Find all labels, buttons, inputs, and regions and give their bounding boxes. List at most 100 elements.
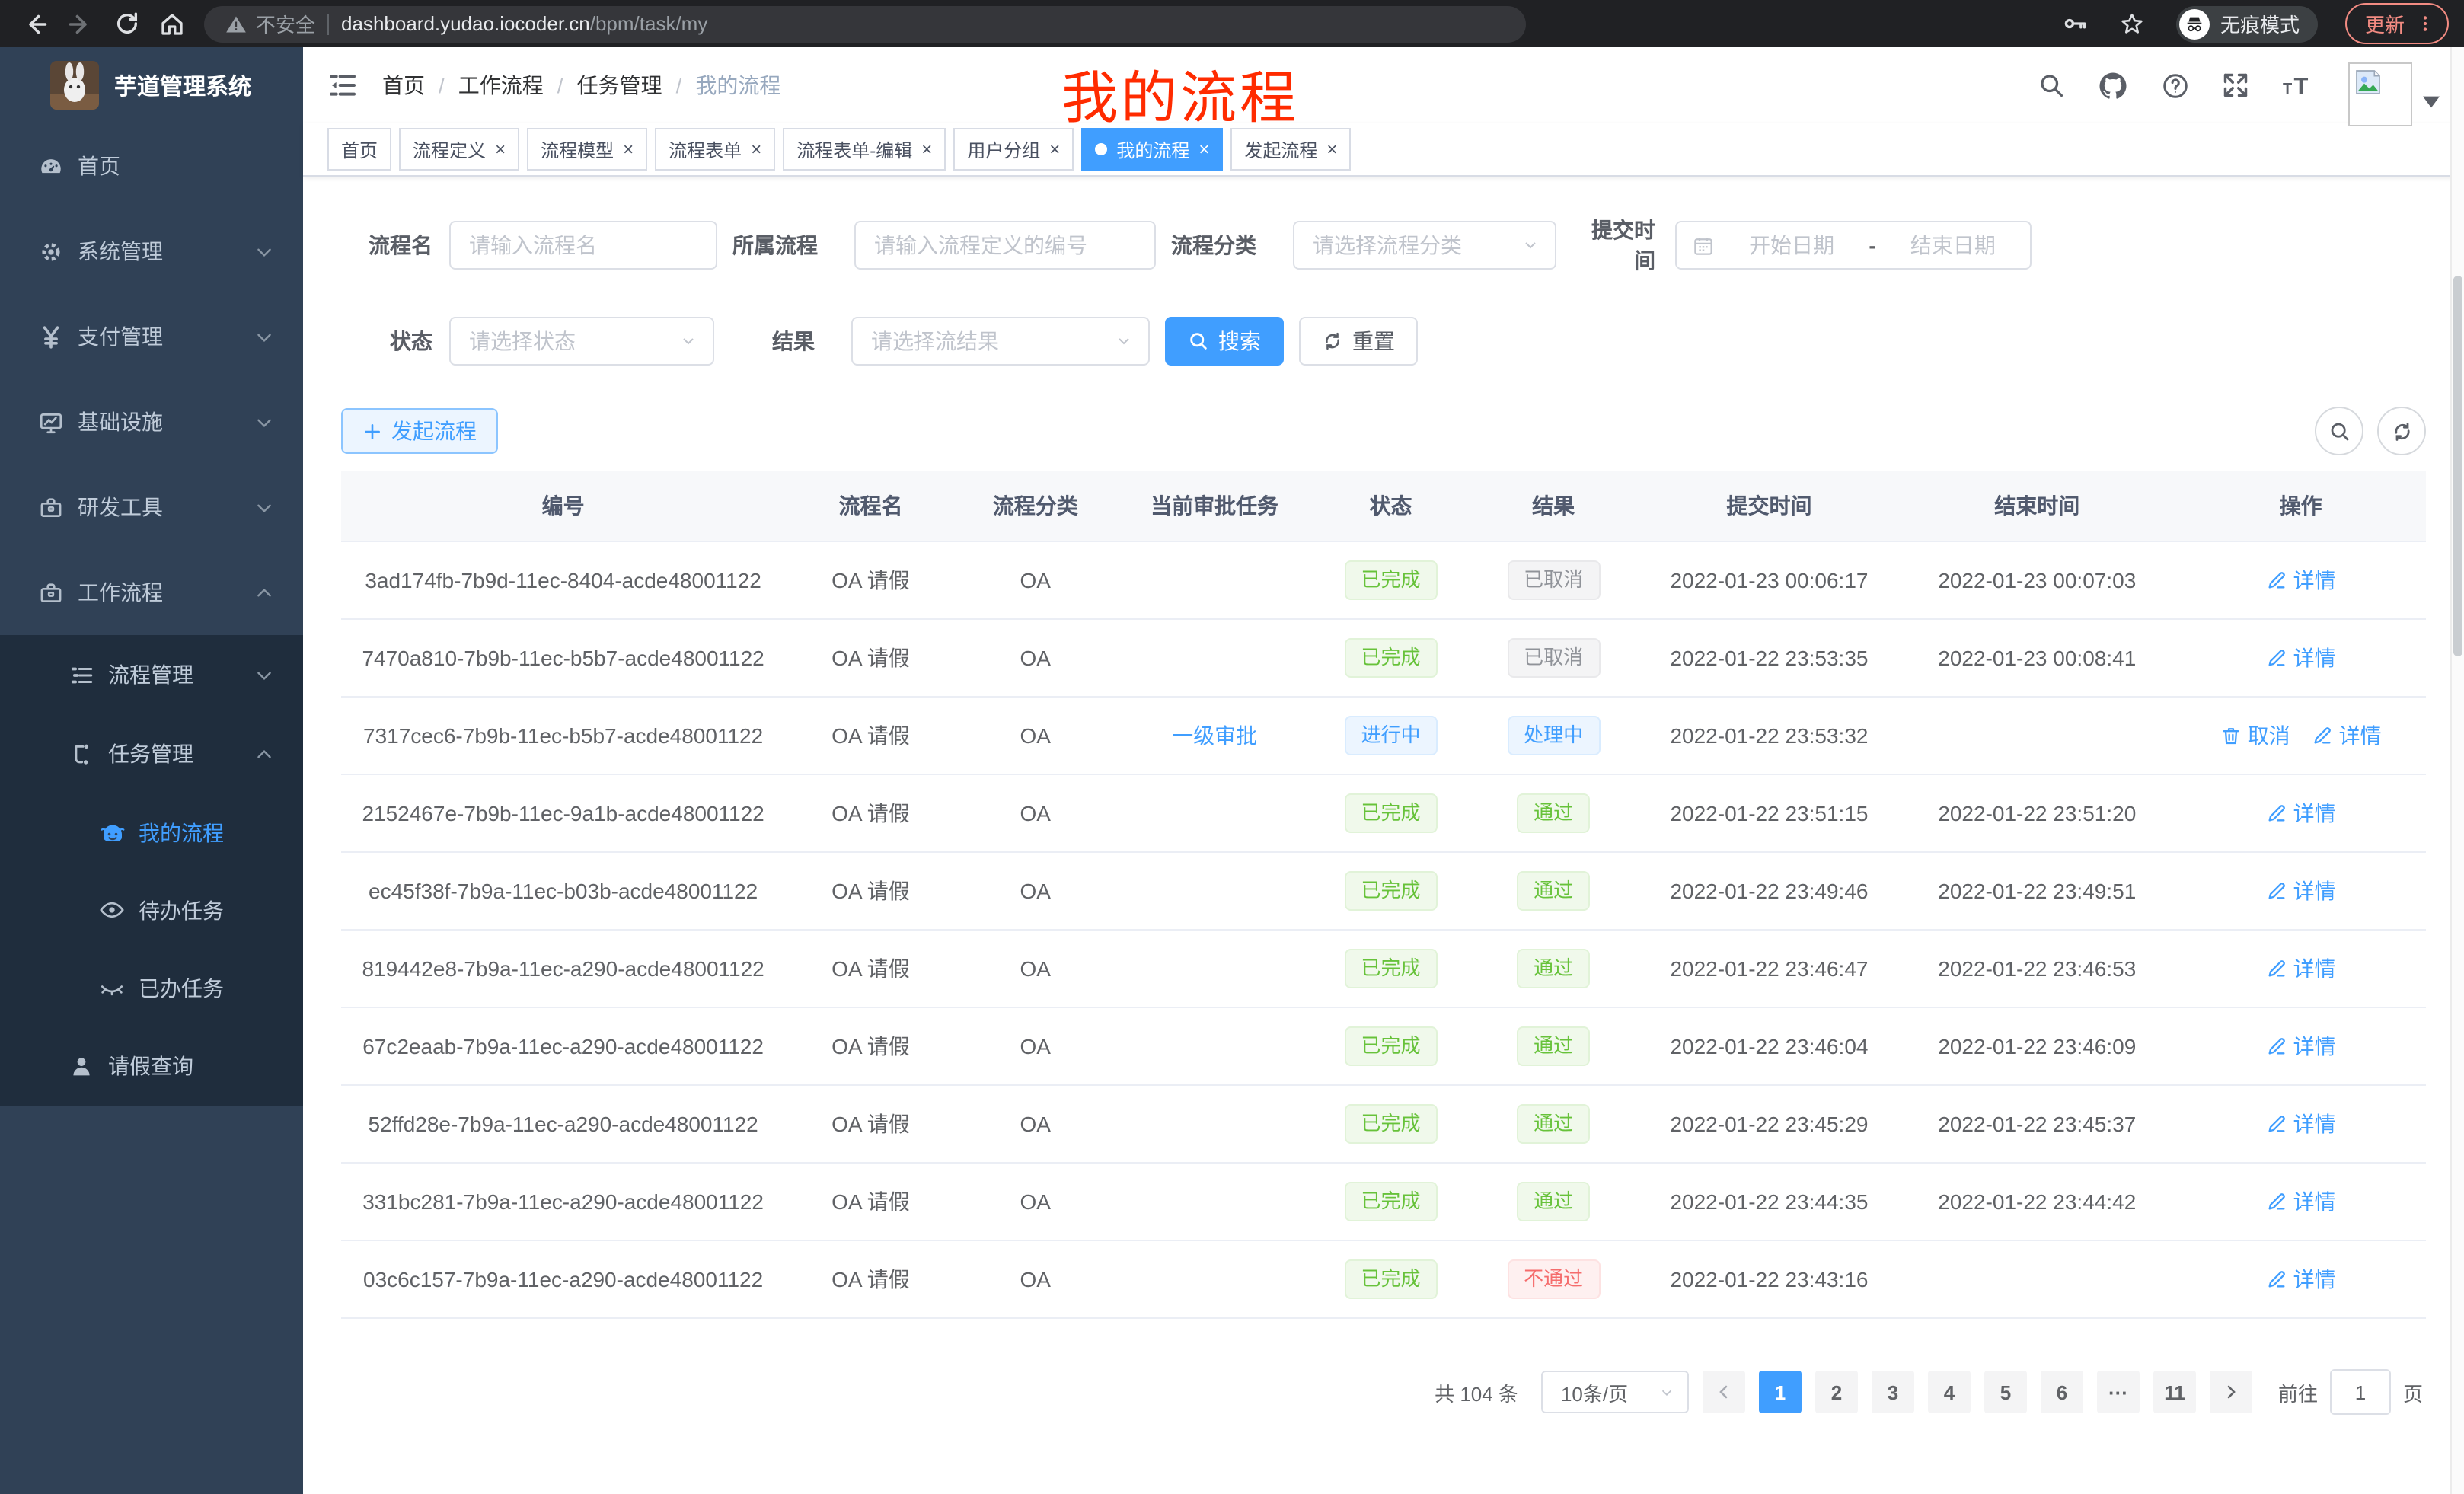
page-button-3[interactable]: 3	[1872, 1371, 1914, 1413]
name-input[interactable]	[449, 221, 717, 270]
help-icon[interactable]	[2161, 71, 2190, 100]
next-page-button[interactable]	[2210, 1371, 2252, 1413]
key-icon[interactable]	[2062, 11, 2088, 37]
chevron-down-icon	[1115, 332, 1133, 350]
goto-page-input[interactable]	[2330, 1369, 2391, 1415]
cell-name: OA 请假	[785, 541, 956, 619]
close-icon[interactable]: ×	[1326, 140, 1337, 158]
sidebar-item-todo-task[interactable]: 待办任务	[0, 871, 303, 949]
user-avatar[interactable]	[2348, 62, 2412, 126]
tab-process-definition[interactable]: 流程定义×	[399, 128, 519, 171]
search-icon[interactable]	[2038, 72, 2065, 99]
font-size-icon[interactable]: TT	[2281, 70, 2315, 101]
not-secure-warning[interactable]: 不安全	[225, 9, 315, 38]
detail-link[interactable]: 详情	[2266, 565, 2336, 595]
detail-link[interactable]: 详情	[2266, 953, 2336, 984]
sidebar-item-dev-tools[interactable]: 研发工具	[0, 464, 303, 550]
search-button[interactable]: 搜索	[1165, 317, 1284, 366]
fullscreen-icon[interactable]	[2222, 72, 2249, 99]
avatar-caret-icon[interactable]	[2423, 96, 2440, 108]
svg-text:T: T	[2294, 72, 2309, 99]
incognito-badge[interactable]: 无痕模式	[2176, 5, 2318, 42]
browser-home-icon[interactable]	[152, 4, 192, 43]
detail-link[interactable]: 详情	[2266, 798, 2336, 828]
detail-link[interactable]: 详情	[2266, 1109, 2336, 1139]
reset-button[interactable]: 重置	[1299, 317, 1418, 366]
breadcrumb-home[interactable]: 首页	[382, 70, 425, 101]
browser-toolbar: 不安全 dashboard.yudao.iocoder.cn/bpm/task/…	[0, 0, 2464, 47]
table-search-button[interactable]	[2315, 407, 2363, 455]
close-icon[interactable]: ×	[921, 140, 932, 158]
sidebar-item-leave-query[interactable]: 请假查询	[0, 1026, 303, 1106]
cell-id: 819442e8-7b9a-11ec-a290-acde48001122	[341, 930, 785, 1007]
page-size-select[interactable]: 10条/页	[1541, 1371, 1689, 1413]
close-icon[interactable]: ×	[1049, 140, 1060, 158]
page-button-6[interactable]: 6	[2041, 1371, 2083, 1413]
app-logo[interactable]: 芋道管理系统	[0, 47, 303, 123]
table-refresh-button[interactable]	[2377, 407, 2426, 455]
browser-forward-icon[interactable]	[61, 4, 101, 43]
detail-link[interactable]: 详情	[2312, 720, 2382, 751]
detail-link[interactable]: 详情	[2266, 643, 2336, 673]
page-button-5[interactable]: 5	[1984, 1371, 2027, 1413]
sidebar-item-infrastructure[interactable]: 基础设施	[0, 379, 303, 464]
close-icon[interactable]: ×	[623, 140, 634, 158]
cell-name: OA 请假	[785, 1007, 956, 1085]
cell-end-time: 2022-01-22 23:45:37	[1898, 1085, 2175, 1163]
sidebar-item-my-process[interactable]: 我的流程	[0, 793, 303, 871]
detail-link[interactable]: 详情	[2266, 1186, 2336, 1217]
launch-process-button[interactable]: 发起流程	[341, 408, 498, 454]
tab-process-form[interactable]: 流程表单×	[655, 128, 775, 171]
tab-my-process[interactable]: 我的流程×	[1081, 128, 1223, 171]
close-icon[interactable]: ×	[751, 140, 761, 158]
tab-process-model[interactable]: 流程模型×	[527, 128, 647, 171]
breadcrumb-task-mgmt[interactable]: 任务管理	[577, 70, 662, 101]
result-select[interactable]: 请选择流结果	[851, 317, 1150, 366]
tab-user-group[interactable]: 用户分组×	[953, 128, 1074, 171]
category-select[interactable]: 请选择流程分类	[1293, 221, 1556, 270]
detail-link[interactable]: 详情	[2266, 1031, 2336, 1061]
status-badge: 通过	[1517, 949, 1590, 988]
sidebar-item-workflow[interactable]: 工作流程	[0, 550, 303, 635]
cell-result: 已取消	[1467, 619, 1639, 697]
page-button-11[interactable]: 11	[2153, 1371, 2196, 1413]
breadcrumb-workflow[interactable]: 工作流程	[458, 70, 544, 101]
task-link[interactable]: 一级审批	[1172, 723, 1257, 748]
close-icon[interactable]: ×	[495, 140, 506, 158]
definition-input[interactable]	[854, 221, 1156, 270]
sidebar-item-done-task[interactable]: 已办任务	[0, 949, 303, 1026]
cancel-link[interactable]: 取消	[2220, 720, 2290, 751]
cell-end-time	[1898, 1240, 2175, 1318]
submit-time-range[interactable]: 开始日期 - 结束日期	[1675, 221, 2032, 270]
page-ellipsis[interactable]: ···	[2097, 1371, 2140, 1413]
sidebar-item-home[interactable]: 首页	[0, 123, 303, 209]
address-bar[interactable]: 不安全 dashboard.yudao.iocoder.cn/bpm/task/…	[204, 5, 1526, 42]
hamburger-icon[interactable]	[327, 70, 358, 101]
tab-process-form-edit[interactable]: 流程表单-编辑×	[783, 128, 946, 171]
sidebar-item-task-mgmt[interactable]: 任务管理	[0, 714, 303, 793]
browser-back-icon[interactable]	[15, 4, 55, 43]
sidebar-item-payment[interactable]: 支付管理	[0, 294, 303, 379]
sidebar-item-system[interactable]: 系统管理	[0, 209, 303, 294]
page-button-2[interactable]: 2	[1815, 1371, 1858, 1413]
browser-reload-icon[interactable]	[107, 4, 146, 43]
cell-id: 52ffd28e-7b9a-11ec-a290-acde48001122	[341, 1085, 785, 1163]
prev-page-button[interactable]	[1703, 1371, 1745, 1413]
detail-link[interactable]: 详情	[2266, 1264, 2336, 1294]
sidebar-item-process-mgmt[interactable]: 流程管理	[0, 635, 303, 714]
status-select[interactable]: 请选择状态	[449, 317, 714, 366]
scrollbar-thumb[interactable]	[2453, 276, 2462, 656]
page-button-1[interactable]: 1	[1759, 1371, 1802, 1413]
tab-home[interactable]: 首页	[327, 128, 391, 171]
app-title: 芋道管理系统	[114, 69, 251, 101]
page-button-4[interactable]: 4	[1928, 1371, 1971, 1413]
cell-task	[1115, 930, 1315, 1007]
scrollbar-track[interactable]	[2450, 47, 2464, 1494]
bookmark-star-icon[interactable]	[2118, 10, 2146, 37]
cell-status: 已完成	[1315, 930, 1467, 1007]
close-icon[interactable]: ×	[1198, 140, 1209, 158]
browser-update-button[interactable]: 更新	[2345, 3, 2449, 44]
detail-link[interactable]: 详情	[2266, 876, 2336, 906]
github-icon[interactable]	[2097, 69, 2129, 101]
tab-launch-process[interactable]: 发起流程×	[1230, 128, 1351, 171]
